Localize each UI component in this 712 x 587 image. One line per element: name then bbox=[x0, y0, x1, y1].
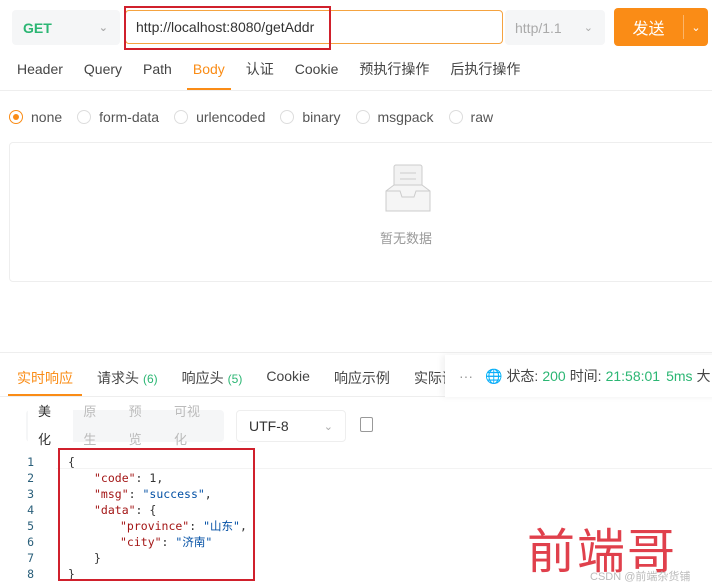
radio-label: msgpack bbox=[377, 109, 434, 125]
body-type-radios: none form-data urlencoded binary msgpack raw bbox=[9, 109, 508, 125]
globe-icon: 🌐 bbox=[485, 367, 503, 384]
response-tabs: 实时响应 请求头 (6) 响应头 (5) Cookie 响应示例 实际请 bbox=[8, 368, 480, 396]
divider bbox=[0, 90, 712, 91]
highlight-box-url bbox=[124, 6, 331, 50]
request-tabs: Header Query Path Body 认证 Cookie 预执行操作 后执行操作 bbox=[17, 60, 541, 90]
encoding-select[interactable]: UTF-8 ⌄ bbox=[236, 410, 346, 442]
response-tab-2[interactable]: 响应头 (5) bbox=[182, 368, 243, 396]
response-tab-label: Cookie bbox=[266, 368, 310, 384]
line-number: 6 bbox=[27, 535, 34, 549]
send-label: 发送 bbox=[614, 15, 684, 39]
radio-circle-icon bbox=[9, 110, 23, 124]
radio-circle-icon bbox=[355, 110, 370, 124]
response-tab-label: 请求头 bbox=[97, 370, 139, 386]
chevron-down-icon: ⌄ bbox=[98, 22, 108, 34]
radio-label: form-data bbox=[99, 109, 160, 125]
response-duration: 5ms bbox=[666, 368, 693, 384]
chevron-down-icon: ⌄ bbox=[583, 22, 593, 34]
view-mode-segmented: 美化 原生 预览 可视化 bbox=[26, 398, 224, 454]
status-label: 状态: bbox=[506, 368, 539, 384]
tab-1[interactable]: Query bbox=[84, 60, 122, 90]
radio-label: urlencoded bbox=[196, 109, 266, 125]
radio-form-data[interactable]: form-data bbox=[77, 109, 159, 125]
radio-label: none bbox=[31, 109, 63, 125]
highlight-box-response bbox=[58, 448, 255, 581]
line-number: 8 bbox=[27, 567, 34, 581]
response-tab-3[interactable]: Cookie bbox=[266, 368, 310, 396]
tab-3[interactable]: Body bbox=[186, 60, 231, 90]
radio-raw[interactable]: raw bbox=[448, 109, 494, 125]
response-tab-4[interactable]: 响应示例 bbox=[334, 368, 390, 396]
radio-msgpack[interactable]: msgpack bbox=[355, 109, 434, 125]
divider bbox=[0, 352, 712, 353]
chevron-down-icon: ⌄ bbox=[323, 420, 333, 433]
radio-circle-icon bbox=[174, 110, 189, 124]
protocol-select[interactable]: http/1.1 ⌄ bbox=[505, 10, 605, 45]
tab-0[interactable]: Header bbox=[17, 60, 63, 90]
empty-text: 暂无数据 bbox=[380, 231, 433, 246]
response-tab-0[interactable]: 实时响应 bbox=[8, 368, 82, 396]
line-number: 2 bbox=[27, 471, 34, 485]
tab-6[interactable]: 预执行操作 bbox=[359, 60, 429, 90]
method-select[interactable]: GET ⌄ bbox=[12, 10, 120, 45]
protocol-value: http/1.1 bbox=[515, 19, 562, 36]
radio-none[interactable]: none bbox=[9, 109, 62, 125]
line-number: 5 bbox=[27, 519, 34, 533]
radio-label: binary bbox=[302, 109, 341, 125]
time-label: 时间: bbox=[569, 368, 602, 384]
line-number: 7 bbox=[27, 551, 34, 565]
copy-icon[interactable] bbox=[360, 417, 373, 432]
response-time: 21:58:01 bbox=[605, 368, 661, 384]
response-tab-label: 实时响应 bbox=[17, 370, 73, 386]
response-tab-label: 响应示例 bbox=[333, 370, 390, 386]
response-tab-label: 响应头 bbox=[181, 370, 224, 386]
line-number: 1 bbox=[27, 455, 34, 469]
line-number: 3 bbox=[27, 487, 34, 501]
response-tab-count: (6) bbox=[143, 372, 158, 386]
send-dropdown-chevron-icon[interactable]: ⌄ bbox=[684, 21, 708, 34]
radio-circle-icon bbox=[280, 110, 295, 124]
csdn-watermark: CSDN @前端杂货铺 bbox=[590, 571, 691, 583]
radio-circle-icon bbox=[77, 110, 92, 124]
status-code: 200 bbox=[542, 368, 566, 384]
response-tab-count: (5) bbox=[227, 372, 243, 386]
more-tabs-button[interactable]: ··· bbox=[459, 368, 473, 384]
empty-inbox-icon bbox=[385, 164, 431, 212]
tab-5[interactable]: Cookie bbox=[295, 60, 339, 90]
method-value: GET bbox=[23, 19, 52, 36]
view-mode-2[interactable]: 预览 bbox=[119, 398, 164, 454]
response-tab-1[interactable]: 请求头 (6) bbox=[97, 368, 158, 396]
line-number: 4 bbox=[27, 503, 34, 517]
encoding-value: UTF-8 bbox=[249, 418, 289, 434]
radio-urlencoded[interactable]: urlencoded bbox=[174, 109, 265, 125]
radio-circle-icon bbox=[448, 110, 463, 124]
view-mode-3[interactable]: 可视化 bbox=[164, 398, 222, 454]
tab-4[interactable]: 认证 bbox=[246, 60, 274, 90]
tab-7[interactable]: 后执行操作 bbox=[450, 60, 520, 90]
radio-binary[interactable]: binary bbox=[280, 109, 341, 125]
view-mode-0[interactable]: 美化 bbox=[28, 398, 74, 454]
tab-2[interactable]: Path bbox=[143, 60, 172, 90]
response-status-bar: ··· 🌐 状态: 200 时间: 21:58:01 5ms 大 bbox=[445, 355, 712, 397]
empty-body-panel: 暂无数据 bbox=[9, 142, 712, 282]
radio-label: raw bbox=[470, 109, 494, 125]
send-button[interactable]: 发送 ⌄ bbox=[614, 8, 708, 46]
size-label: 大 bbox=[696, 368, 711, 384]
view-mode-1[interactable]: 原生 bbox=[73, 398, 118, 454]
